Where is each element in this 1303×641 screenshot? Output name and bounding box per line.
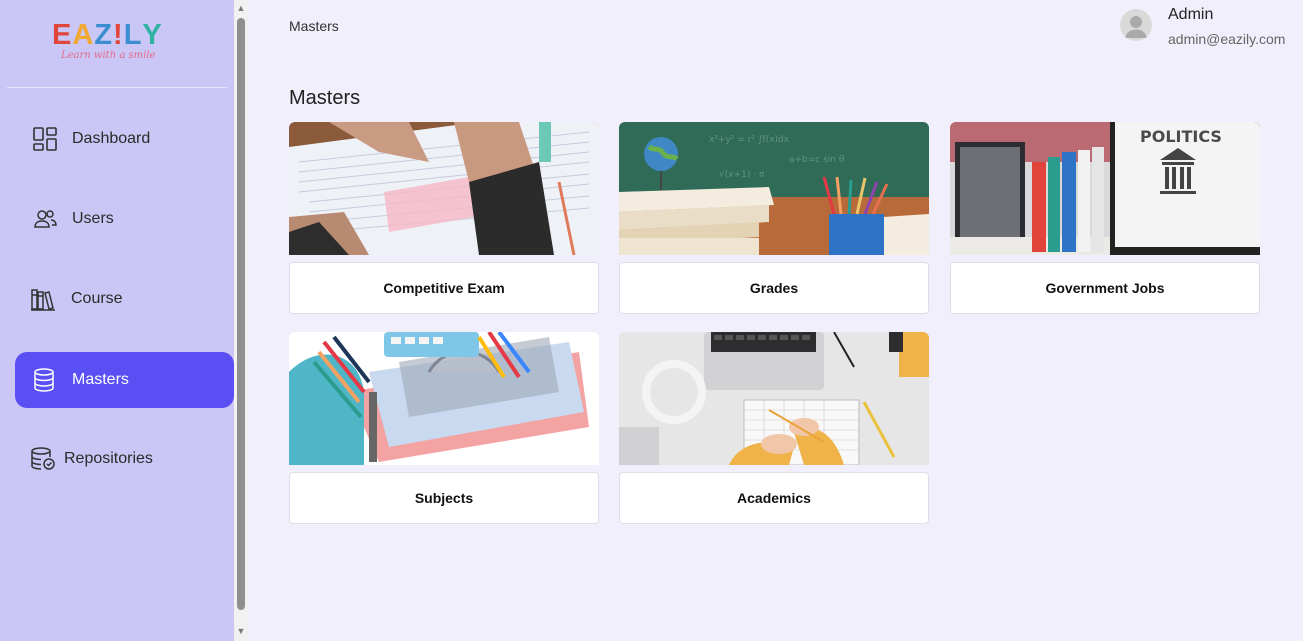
books-chalkboard-photo: x²+y² = r² ∫f(x)dx a+b=c sin θ √(x+1) · … — [619, 122, 929, 255]
brand-logo[interactable]: E A Z ! L Y Learn with a smile — [52, 20, 172, 72]
scroll-up-icon[interactable]: ▲ — [236, 3, 246, 13]
politics-books-photo: POLITICS — [950, 122, 1260, 255]
course-icon — [29, 285, 57, 313]
dashboard-icon — [31, 125, 59, 153]
card-label: Subjects — [289, 472, 599, 524]
card-label: Grades — [619, 262, 929, 314]
logo-wordmark: E A Z ! L Y — [52, 20, 172, 50]
stationery-photo — [289, 332, 599, 465]
sidebar-item-users[interactable]: Users — [15, 191, 234, 247]
master-card[interactable]: POLITICS Government Jobs — [950, 122, 1260, 314]
breadcrumb: Masters — [289, 18, 339, 34]
card-label: Government Jobs — [950, 262, 1260, 314]
logo-tagline: Learn with a smile — [61, 50, 156, 61]
exam-photo — [289, 122, 599, 255]
scroll-thumb[interactable] — [237, 18, 245, 610]
svg-text:POLITICS: POLITICS — [1140, 127, 1222, 146]
master-card[interactable]: x²+y² = r² ∫f(x)dx a+b=c sin θ √(x+1) · … — [619, 122, 929, 314]
scroll-down-icon[interactable]: ▼ — [236, 626, 246, 636]
sidebar-item-dashboard[interactable]: Dashboard — [15, 111, 234, 167]
logo-letter: E — [52, 19, 73, 51]
svg-text:a+b=c sin θ: a+b=c sin θ — [789, 155, 845, 165]
sidebar-item-label: Repositories — [64, 450, 153, 467]
sidebar-item-label: Masters — [72, 371, 129, 388]
page-title: Masters — [289, 87, 361, 109]
logo-letter: L — [123, 19, 143, 51]
master-card[interactable]: Subjects — [289, 332, 599, 524]
sidebar-item-masters[interactable]: Masters — [15, 352, 234, 408]
users-icon — [31, 205, 59, 233]
logo-letter: ! — [113, 19, 124, 51]
sidebar-item-repositories[interactable]: Repositories — [15, 431, 234, 487]
user-name: Admin — [1168, 6, 1214, 23]
card-label: Competitive Exam — [289, 262, 599, 314]
user-email: admin@eazily.com — [1168, 31, 1286, 47]
sidebar-item-label: Dashboard — [72, 130, 151, 147]
avatar[interactable] — [1120, 9, 1152, 41]
sidebar-item-label: Users — [72, 210, 114, 227]
sidebar-item-label: Course — [71, 290, 123, 307]
logo-letter: Y — [142, 19, 163, 51]
svg-text:√(x+1) · π: √(x+1) · π — [719, 169, 765, 180]
master-card[interactable]: Competitive Exam — [289, 122, 599, 314]
sidebar: E A Z ! L Y Learn with a smile Dashboard… — [0, 0, 234, 641]
logo-letter: Z — [94, 19, 114, 51]
master-card[interactable]: Academics — [619, 332, 929, 524]
user-menu[interactable]: Admin admin@eazily.com — [1119, 6, 1303, 54]
desk-laptop-photo — [619, 332, 929, 465]
sidebar-divider — [7, 87, 227, 88]
logo-letter: A — [72, 19, 95, 51]
database-icon — [30, 366, 58, 394]
sidebar-item-course[interactable]: Course — [15, 271, 234, 327]
repository-icon — [29, 445, 57, 473]
card-label: Academics — [619, 472, 929, 524]
sidebar-scrollbar[interactable]: ▲ ▼ — [234, 0, 248, 641]
svg-text:x²+y² = r² ∫f(x)dx: x²+y² = r² ∫f(x)dx — [709, 135, 790, 145]
